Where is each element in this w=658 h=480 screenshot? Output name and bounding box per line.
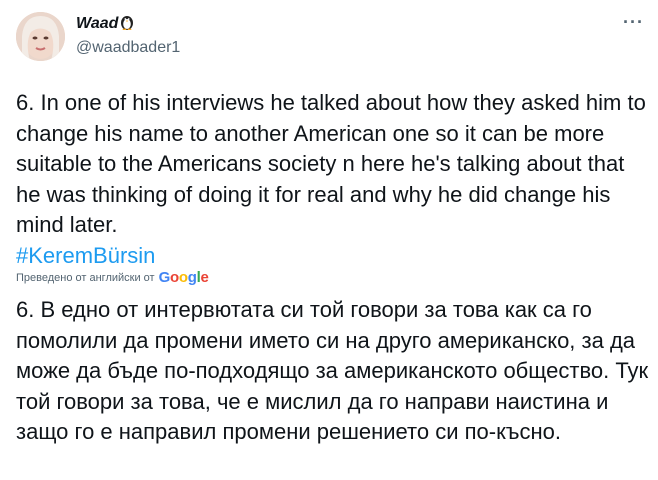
google-logo[interactable]: Google xyxy=(159,269,209,286)
penguin-icon xyxy=(120,14,134,36)
translated-text: 6. В едно от интервютата си той говори з… xyxy=(16,297,649,444)
user-info: Waad @waadbader1 xyxy=(76,14,180,58)
avatar-image xyxy=(16,12,65,61)
display-name-row[interactable]: Waad xyxy=(76,14,180,36)
tweet-body: 6. In one of his interviews he talked ab… xyxy=(16,88,646,271)
user-handle[interactable]: @waadbader1 xyxy=(76,38,180,58)
translation-attribution: Преведено от английски от Google xyxy=(16,269,209,286)
translation-label: Преведено от английски от xyxy=(16,271,155,284)
hashtag-link[interactable]: #KeremBürsin xyxy=(16,243,155,268)
tweet-text: 6. In one of his interviews he talked ab… xyxy=(16,90,646,237)
more-options-icon[interactable]: ··· xyxy=(623,12,644,33)
display-name[interactable]: Waad xyxy=(76,15,118,32)
avatar[interactable] xyxy=(16,12,65,61)
